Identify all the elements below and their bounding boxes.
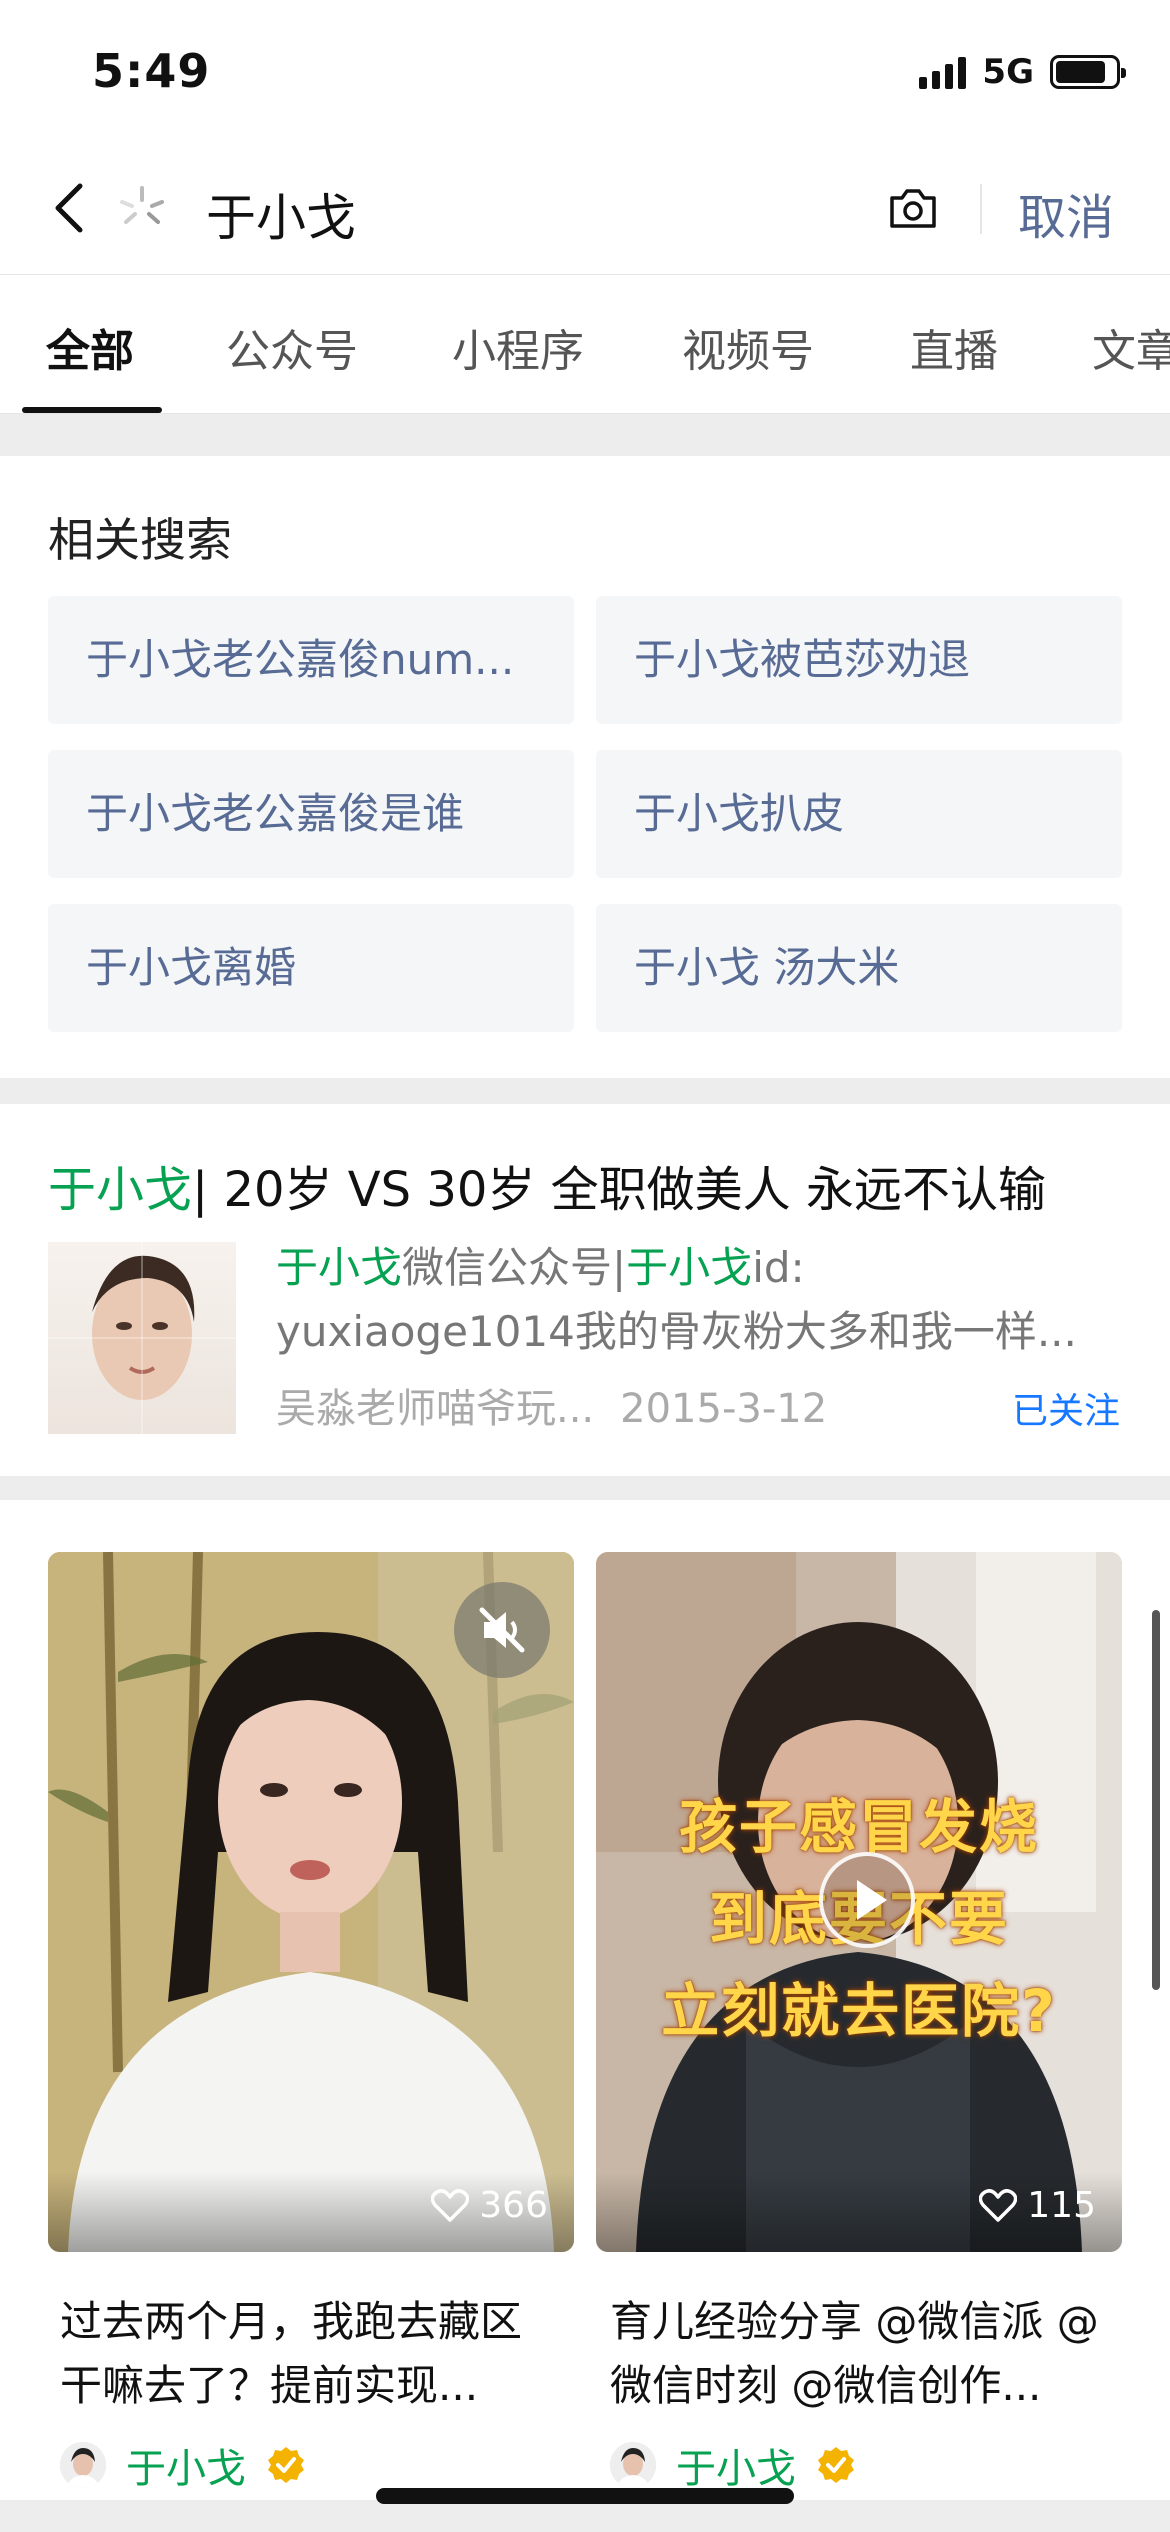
avatar bbox=[610, 2442, 656, 2488]
loading-spinner-icon bbox=[120, 186, 164, 224]
divider bbox=[980, 184, 982, 234]
tab-official-accounts[interactable]: 公众号 bbox=[226, 315, 358, 379]
video-card[interactable]: 366 bbox=[48, 1552, 574, 2252]
summary-highlight: 于小戈 bbox=[626, 1243, 753, 1292]
search-input[interactable]: 于小戈 bbox=[206, 178, 356, 250]
summary-text: 微信公众号| bbox=[402, 1243, 627, 1292]
search-bar: 于小戈 取消 bbox=[0, 140, 1170, 274]
mute-icon[interactable] bbox=[454, 1582, 550, 1678]
tab-bar: 全部 公众号 小程序 视频号 直播 文章 bbox=[0, 274, 1170, 414]
article-result[interactable]: 于小戈| 20岁 VS 30岁 全职做美人 永远不认输 于小戈微信公众号|于小戈… bbox=[0, 1104, 1170, 1476]
active-tab-indicator bbox=[22, 407, 162, 413]
status-bar: 5:49 5G bbox=[0, 0, 1170, 140]
related-search-chip[interactable]: 于小戈离婚 bbox=[48, 904, 574, 1032]
video-card[interactable]: 孩子感冒发烧 到底要不要 立刻就去医院? 115 bbox=[596, 1552, 1122, 2252]
tab-channels[interactable]: 视频号 bbox=[682, 315, 814, 379]
video-overlay-text: 立刻就去医院? bbox=[661, 1977, 1057, 2045]
author-name: 于小戈 bbox=[676, 2446, 796, 2492]
related-search-chip[interactable]: 于小戈 汤大米 bbox=[596, 904, 1122, 1032]
follow-status[interactable]: 已关注 bbox=[1012, 1382, 1120, 1434]
like-count: 366 bbox=[431, 2185, 548, 2226]
author-name: 于小戈 bbox=[126, 2446, 246, 2492]
video-author[interactable]: 于小戈 bbox=[610, 2436, 856, 2494]
network-label: 5G bbox=[982, 52, 1034, 92]
status-time: 5:49 bbox=[92, 44, 211, 98]
video-results-section: 366 过去两个月，我跑去藏区干嘛去了？提前实现... 于小戈 孩子感冒发烧 到… bbox=[0, 1500, 1170, 2500]
like-count-value: 366 bbox=[479, 2185, 548, 2226]
like-count-value: 115 bbox=[1027, 2185, 1096, 2226]
related-search-chip[interactable]: 于小戈被芭莎劝退 bbox=[596, 596, 1122, 724]
article-source: 吴淼老师喵爷玩... 2015-3-12 bbox=[276, 1376, 827, 1434]
like-count: 115 bbox=[979, 2185, 1096, 2226]
play-icon[interactable] bbox=[819, 1852, 915, 1948]
summary-text: id: bbox=[752, 1243, 805, 1292]
summary-highlight: 于小戈 bbox=[276, 1243, 403, 1292]
camera-icon[interactable] bbox=[886, 184, 940, 232]
article-thumbnail[interactable] bbox=[48, 1242, 236, 1434]
home-indicator[interactable] bbox=[376, 2488, 794, 2504]
signal-icon bbox=[919, 55, 967, 89]
related-searches-section: 相关搜索 于小戈老公嘉俊num... 于小戈被芭莎劝退 于小戈老公嘉俊是谁 于小… bbox=[0, 456, 1170, 1078]
status-indicators: 5G bbox=[919, 52, 1126, 92]
related-search-chip[interactable]: 于小戈老公嘉俊num... bbox=[48, 596, 574, 724]
video-caption[interactable]: 过去两个月，我跑去藏区干嘛去了？提前实现... bbox=[60, 2290, 560, 2418]
video-caption[interactable]: 育儿经验分享 @微信派 @微信时刻 @微信创作... bbox=[610, 2290, 1110, 2418]
tab-articles[interactable]: 文章 bbox=[1092, 315, 1170, 379]
heart-icon bbox=[431, 2188, 470, 2222]
related-search-chip[interactable]: 于小戈老公嘉俊是谁 bbox=[48, 750, 574, 878]
article-summary-line: yuxiaoge1014我的骨灰粉大多和我一样... bbox=[276, 1307, 1077, 1356]
article-summary-line: 于小戈微信公众号|于小戈id: bbox=[276, 1234, 805, 1295]
tab-mini-programs[interactable]: 小程序 bbox=[452, 315, 584, 379]
video-author[interactable]: 于小戈 bbox=[60, 2436, 306, 2494]
heart-icon bbox=[979, 2188, 1018, 2222]
article-title[interactable]: 于小戈| 20岁 VS 30岁 全职做美人 永远不认输 bbox=[48, 1150, 1046, 1220]
avatar bbox=[60, 2442, 106, 2488]
source-name: 吴淼老师喵爷玩... bbox=[276, 1386, 595, 1432]
back-icon[interactable] bbox=[50, 180, 90, 236]
title-highlight: 于小戈 bbox=[48, 1162, 193, 1218]
battery-icon bbox=[1050, 55, 1126, 89]
title-text: | 20岁 VS 30岁 全职做美人 永远不认输 bbox=[192, 1162, 1046, 1218]
tab-all[interactable]: 全部 bbox=[46, 315, 134, 379]
cancel-button[interactable]: 取消 bbox=[1018, 178, 1114, 248]
article-date: 2015-3-12 bbox=[620, 1386, 828, 1432]
video-overlay-text: 孩子感冒发烧 bbox=[678, 1793, 1039, 1861]
scrollbar[interactable] bbox=[1152, 1610, 1160, 1990]
verified-badge-icon bbox=[268, 2447, 304, 2483]
tab-live[interactable]: 直播 bbox=[910, 315, 998, 379]
related-search-chip[interactable]: 于小戈扒皮 bbox=[596, 750, 1122, 878]
verified-badge-icon bbox=[818, 2447, 854, 2483]
section-title: 相关搜索 bbox=[48, 513, 232, 567]
